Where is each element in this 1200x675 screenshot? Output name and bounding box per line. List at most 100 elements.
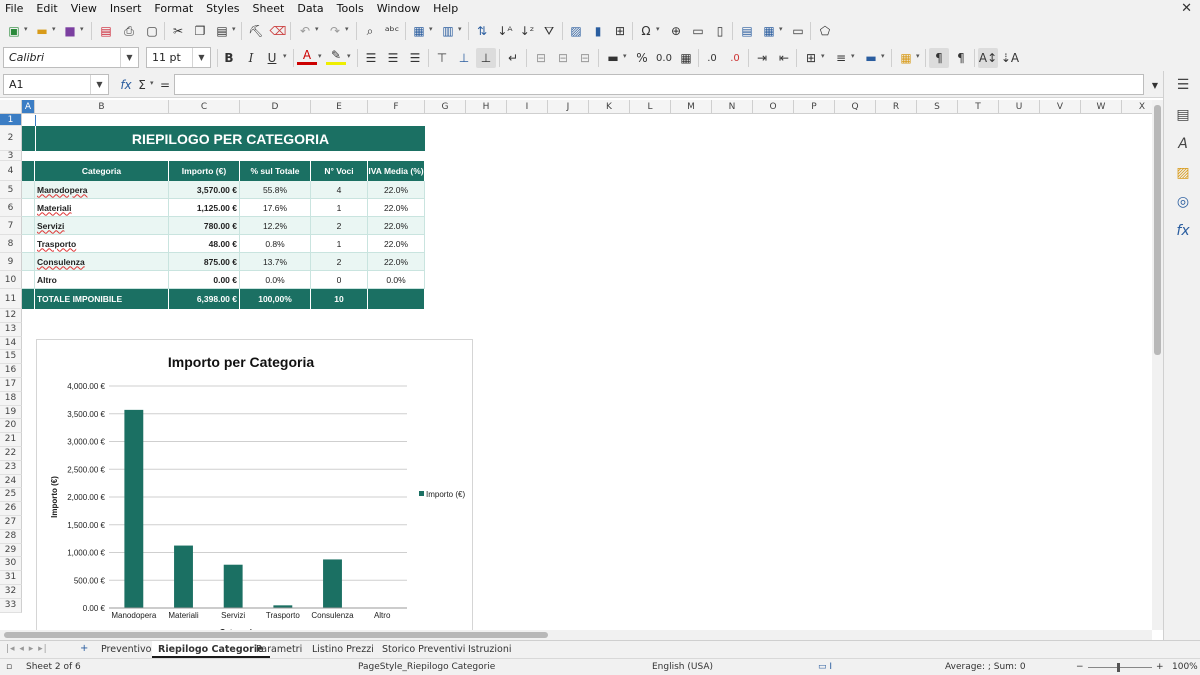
row-header-16[interactable]: 16	[0, 364, 22, 378]
border-color-icon[interactable]: ▬	[861, 48, 881, 68]
row-header-27[interactable]: 27	[0, 516, 22, 530]
menu-tools[interactable]: Tools	[331, 0, 371, 17]
column-header-o[interactable]: O	[753, 100, 794, 114]
row-header-24[interactable]: 24	[0, 474, 22, 489]
date-format-icon[interactable]: ▦	[676, 48, 696, 68]
border-style-icon[interactable]: ≡	[831, 48, 851, 68]
print-icon[interactable]: ⎙	[119, 21, 139, 41]
column-header-a[interactable]: A	[22, 100, 35, 114]
menu-data[interactable]: Data	[291, 0, 330, 17]
column-header-e[interactable]: E	[311, 100, 368, 114]
spelling-icon[interactable]: ᵃᵇᶜ	[382, 21, 402, 41]
sheet-tab-parametri[interactable]: Parametri	[250, 641, 308, 658]
column-icon[interactable]: ▥	[438, 21, 458, 41]
column-header-n[interactable]: N	[712, 100, 753, 114]
menu-styles[interactable]: Styles	[200, 0, 246, 17]
column-header-j[interactable]: J	[548, 100, 589, 114]
row-header-9[interactable]: 9	[0, 253, 22, 271]
vertical-scrollbar[interactable]	[1152, 100, 1163, 630]
percent-format-icon[interactable]: %	[632, 48, 652, 68]
row-icon[interactable]: ▦	[409, 21, 429, 41]
row-header-32[interactable]: 32	[0, 585, 22, 599]
column-header-d[interactable]: D	[240, 100, 311, 114]
add-decimal-place-icon[interactable]: .0	[702, 48, 722, 68]
row-header-33[interactable]: 33	[0, 598, 22, 613]
row-header-18[interactable]: 18	[0, 391, 22, 406]
redo-icon[interactable]: ↷	[325, 21, 345, 41]
navigator-icon[interactable]: ◎	[1173, 192, 1193, 212]
menu-format[interactable]: Format	[148, 0, 200, 17]
formula-input[interactable]	[174, 74, 1144, 95]
show-draw-functions-icon[interactable]: ⬠	[815, 21, 835, 41]
horizontal-scroll-thumb[interactable]	[4, 632, 548, 638]
column-header-p[interactable]: P	[794, 100, 835, 114]
column-header-t[interactable]: T	[958, 100, 999, 114]
increase-indent-icon[interactable]: ⇥	[752, 48, 772, 68]
row-header-11[interactable]: 11	[0, 289, 22, 309]
copy-icon[interactable]: ❐	[190, 21, 210, 41]
select-all-corner[interactable]	[0, 100, 22, 114]
menu-file[interactable]: File	[0, 0, 30, 17]
column-header-b[interactable]: B	[35, 100, 169, 114]
selection-mode-icon[interactable]: ▭ I	[818, 662, 832, 672]
row-header-8[interactable]: 8	[0, 235, 22, 253]
italic-icon[interactable]: I	[241, 48, 261, 68]
currency-format-icon[interactable]: ▬	[603, 48, 623, 68]
name-box[interactable]: A1 ▼	[3, 74, 109, 95]
sort-icon[interactable]: ⇅	[472, 21, 492, 41]
special-character-icon[interactable]: Ω	[636, 21, 656, 41]
row-header-1[interactable]: 1	[0, 114, 22, 126]
expand-formula-bar-icon[interactable]: ▼	[1145, 75, 1165, 95]
language[interactable]: English (USA)	[652, 662, 713, 672]
align-center-icon[interactable]: ☰	[383, 48, 403, 68]
borders-icon[interactable]: ⊞	[801, 48, 821, 68]
align-right-icon[interactable]: ☰	[405, 48, 425, 68]
zoom-in-icon[interactable]: +	[1156, 662, 1164, 672]
menu-sheet[interactable]: Sheet	[247, 0, 292, 17]
spreadsheet-grid[interactable]: ABCDEFGHIJKLMNOPQRSTUVWX 1 2 3 4 5 6 7 8 9 10 11 12…	[0, 100, 1152, 630]
bar-chart[interactable]: Importo per Categoria 0.00 € 500.00 € 1,000…	[36, 339, 473, 630]
open-folder-icon[interactable]: ▬	[32, 21, 52, 41]
column-header-g[interactable]: G	[425, 100, 466, 114]
text-direction-top-bottom-icon[interactable]: ⇣A	[1000, 48, 1020, 68]
paste-icon[interactable]: ▤	[212, 21, 232, 41]
row-header-21[interactable]: 21	[0, 433, 22, 447]
merge-center-icon[interactable]: ⊟	[531, 48, 551, 68]
row-header-17[interactable]: 17	[0, 378, 22, 392]
merge-cells-icon[interactable]: ⊟	[553, 48, 573, 68]
column-header-l[interactable]: L	[630, 100, 671, 114]
header-footer-icon[interactable]: ▯	[710, 21, 730, 41]
insert-chart-icon[interactable]: ▮	[588, 21, 608, 41]
underline-icon[interactable]: U	[262, 48, 282, 68]
row-header-4[interactable]: 4	[0, 161, 22, 181]
page-style[interactable]: PageStyle_Riepilogo Categorie	[358, 662, 495, 672]
insert-image-icon[interactable]: ▨	[566, 21, 586, 41]
new-document-icon[interactable]: ▣	[4, 21, 24, 41]
row-header-23[interactable]: 23	[0, 460, 22, 475]
row-header-28[interactable]: 28	[0, 529, 22, 544]
tab-navigation-arrows-icon[interactable]: |◂ ◂ ▸ ▸|	[6, 644, 48, 654]
menu-insert[interactable]: Insert	[104, 0, 149, 17]
row-header-15[interactable]: 15	[0, 350, 22, 365]
row-header-14[interactable]: 14	[0, 336, 22, 351]
row-header-25[interactable]: 25	[0, 488, 22, 503]
vertical-scroll-thumb[interactable]	[1154, 105, 1161, 355]
styles-icon[interactable]: A	[1173, 134, 1193, 154]
sheet-tab-preventivo[interactable]: Preventivo	[95, 641, 157, 658]
conditional-format-icon[interactable]: ▦	[896, 48, 916, 68]
zoom-level[interactable]: 100%	[1172, 662, 1198, 672]
row-header-19[interactable]: 19	[0, 405, 22, 420]
column-header-h[interactable]: H	[466, 100, 507, 114]
sheet-tab-storico-preventivi[interactable]: Storico Preventivi	[376, 641, 471, 658]
gallery-icon[interactable]: ▨	[1173, 163, 1193, 183]
sort-ascending-icon[interactable]: ↓ᴬ	[495, 21, 515, 41]
export-pdf-icon[interactable]: ▤	[96, 21, 116, 41]
row-header-31[interactable]: 31	[0, 571, 22, 585]
row-header-26[interactable]: 26	[0, 502, 22, 516]
font-name-box[interactable]: Calibri ▼	[3, 47, 139, 68]
functions-icon[interactable]: fx	[1173, 221, 1193, 241]
row-header-29[interactable]: 29	[0, 543, 22, 558]
chevron-down-icon[interactable]: ▼	[90, 75, 108, 94]
column-header-k[interactable]: K	[589, 100, 630, 114]
close-document-icon[interactable]: ✕	[1181, 1, 1192, 16]
